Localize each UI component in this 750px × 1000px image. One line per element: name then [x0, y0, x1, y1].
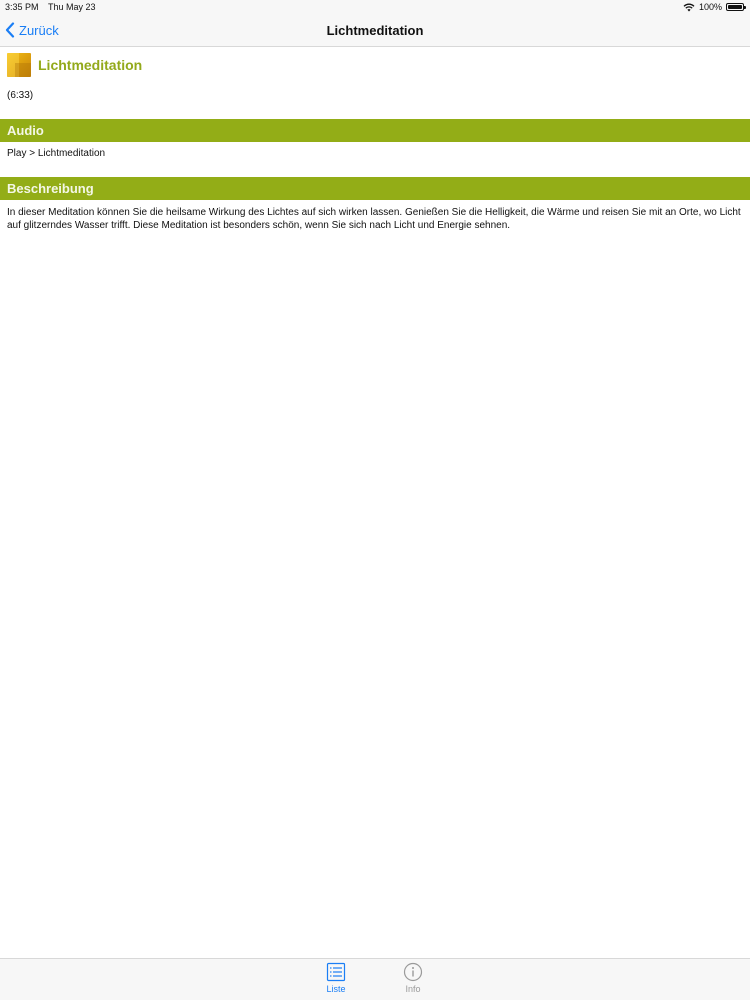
- battery-icon: [726, 3, 746, 11]
- tab-bar: Liste Info: [0, 958, 750, 1000]
- navigation-bar: Zurück Lichtmeditation: [0, 14, 750, 47]
- item-duration: (6:33): [7, 90, 34, 101]
- status-date: Thu May 23: [48, 2, 96, 12]
- wifi-icon: [683, 3, 695, 11]
- description-text: In dieser Meditation können Sie die heil…: [7, 207, 741, 231]
- tab-info[interactable]: Info: [383, 962, 443, 994]
- info-icon: [403, 962, 423, 982]
- status-bar: 3:35 PM Thu May 23 100%: [0, 0, 750, 14]
- section-header-audio: Audio: [0, 119, 750, 142]
- item-header: Lichtmeditation: [7, 53, 142, 77]
- list-icon: [326, 962, 346, 982]
- screen: 3:35 PM Thu May 23 100% Zurück Lichtmedi…: [0, 0, 750, 1000]
- tab-liste[interactable]: Liste: [306, 962, 366, 994]
- audio-play-link[interactable]: Play > Lichtmeditation: [7, 147, 105, 160]
- status-right: 100%: [683, 2, 746, 12]
- section-header-beschreibung: Beschreibung: [0, 177, 750, 200]
- tab-liste-label: Liste: [326, 984, 346, 994]
- nav-title: Lichtmeditation: [326, 23, 424, 38]
- tab-info-label: Info: [405, 984, 421, 994]
- battery-percent: 100%: [698, 2, 722, 12]
- item-thumbnail: [7, 53, 31, 77]
- item-title: Lichtmeditation: [38, 57, 143, 73]
- status-time: 3:35 PM: [5, 2, 39, 12]
